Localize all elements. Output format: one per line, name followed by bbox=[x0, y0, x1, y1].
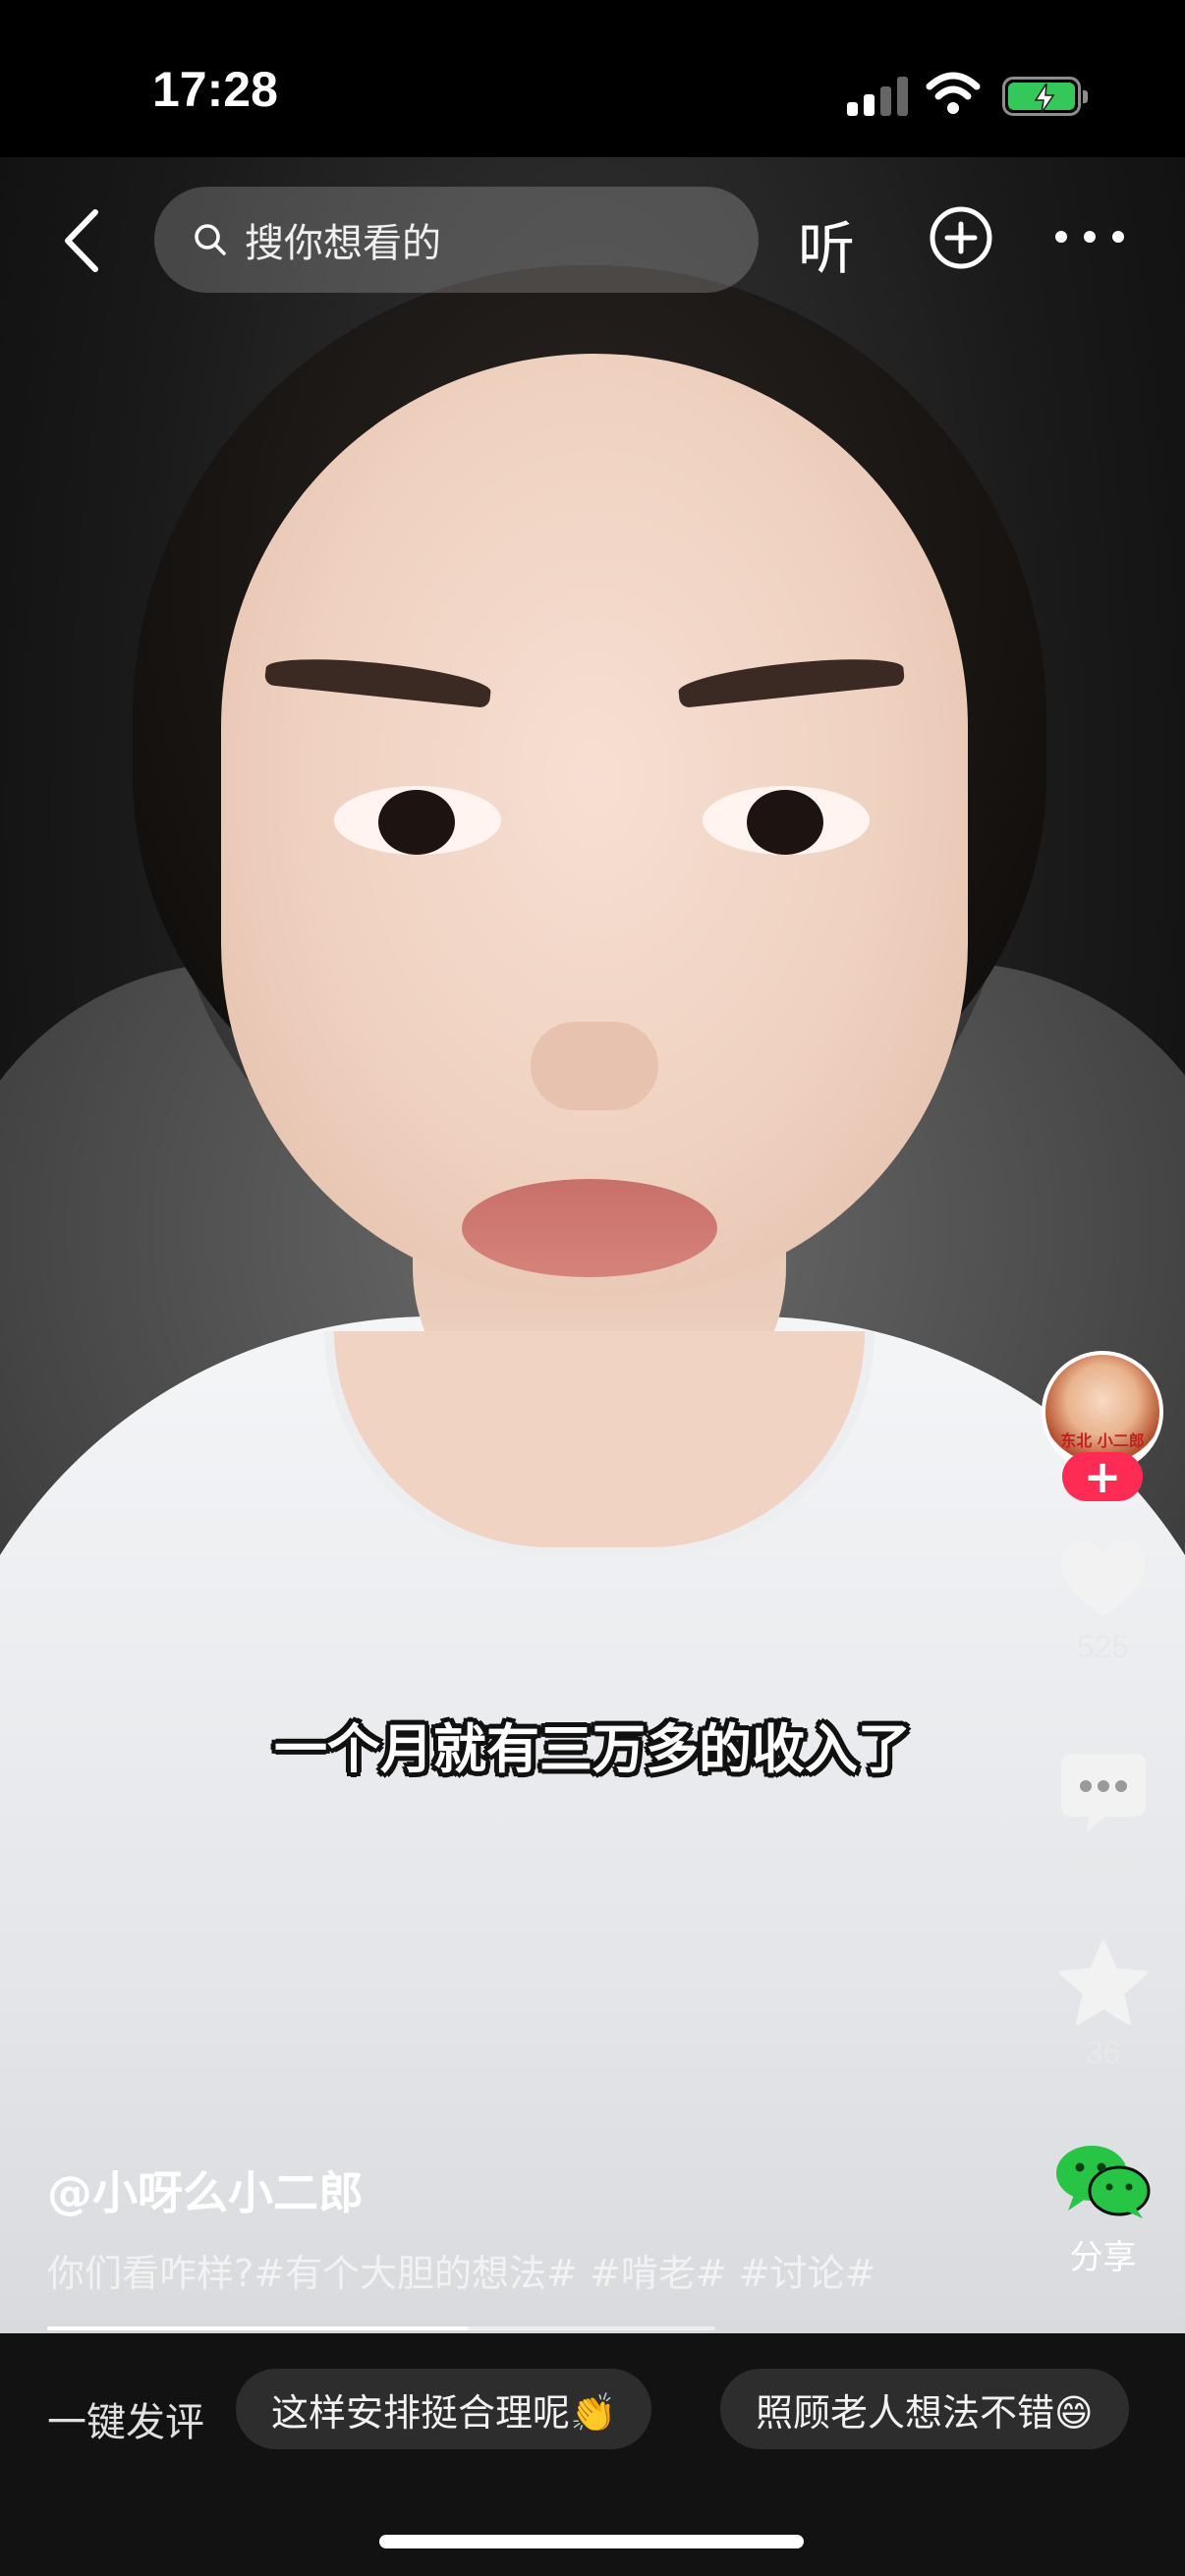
comment-button[interactable]: 1205 bbox=[1032, 1754, 1174, 1878]
top-nav: 搜你想看的 听 bbox=[0, 177, 1185, 305]
video-progress-bar[interactable] bbox=[47, 2326, 715, 2330]
mouth bbox=[462, 1179, 717, 1277]
favorite-button[interactable]: 36 bbox=[1032, 1940, 1174, 2071]
avatar-text: 东北 小二郎 bbox=[1060, 1431, 1145, 1450]
author-name[interactable]: @小呀么小二郎 bbox=[47, 2157, 364, 2222]
nose bbox=[531, 1022, 658, 1110]
quick-comment-label: 一键发评 bbox=[47, 2400, 204, 2445]
listen-button[interactable]: 听 bbox=[798, 202, 855, 285]
quick-comment-bar: 一键发评 这样安排挺合理呢👏 照顾老人想法不错😄 bbox=[0, 2333, 1185, 2576]
status-time: 17:28 bbox=[152, 62, 278, 117]
left-eye bbox=[334, 786, 501, 855]
video-progress-fill bbox=[47, 2326, 469, 2330]
video-player[interactable] bbox=[0, 157, 1185, 2333]
right-eye bbox=[703, 786, 870, 855]
comment-count: 1205 bbox=[1067, 1842, 1139, 1877]
heart-icon bbox=[1060, 1542, 1146, 1617]
share-label: 分享 bbox=[1069, 2239, 1137, 2276]
quick-comment-chip[interactable]: 照顾老人想法不错😄 bbox=[720, 2369, 1129, 2449]
plus-circle-icon[interactable] bbox=[928, 204, 994, 271]
cellular-signal-icon bbox=[847, 77, 908, 116]
wechat-icon bbox=[1055, 2146, 1150, 2218]
quick-comment-chip[interactable]: 这样安排挺合理呢👏 bbox=[236, 2369, 652, 2449]
home-indicator[interactable] bbox=[379, 2535, 804, 2548]
follow-button[interactable]: + bbox=[1062, 1452, 1143, 1501]
star-icon bbox=[1058, 1940, 1148, 2025]
chevron-left-icon[interactable] bbox=[54, 206, 113, 275]
like-count: 525 bbox=[1076, 1629, 1130, 1664]
battery-charging-icon bbox=[1002, 77, 1088, 116]
status-bar: 17:28 bbox=[0, 0, 1185, 157]
search-icon bbox=[195, 224, 226, 255]
share-button[interactable]: 分享 bbox=[1032, 2142, 1174, 2278]
video-subtitle: 一个月就有三万多的收入了 bbox=[274, 1717, 911, 1780]
search-input[interactable]: 搜你想看的 bbox=[154, 187, 759, 293]
wifi-icon bbox=[926, 72, 981, 114]
favorite-count: 36 bbox=[1085, 2035, 1121, 2070]
more-horizontal-icon[interactable] bbox=[1055, 231, 1124, 245]
comment-icon bbox=[1060, 1754, 1146, 1832]
search-placeholder: 搜你想看的 bbox=[245, 221, 441, 266]
video-description[interactable]: 你们看咋样?#有个大胆的想法# #啃老# #讨论# bbox=[47, 2243, 875, 2297]
like-button[interactable]: 525 bbox=[1032, 1542, 1174, 1665]
